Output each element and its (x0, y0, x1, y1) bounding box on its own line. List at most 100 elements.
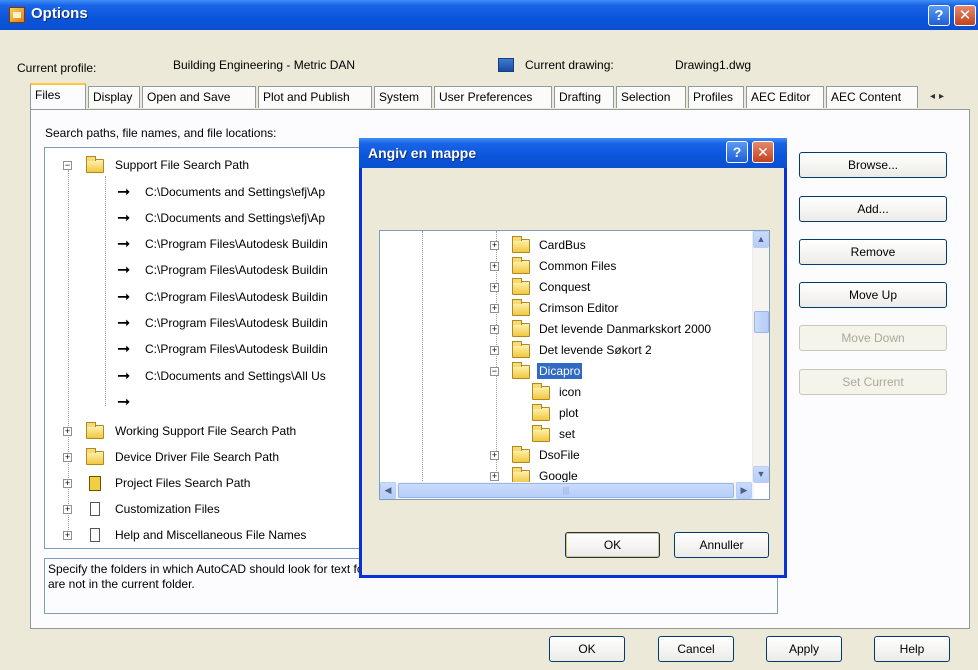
folder-icon (512, 446, 530, 463)
collapse-icon[interactable]: − (490, 367, 499, 376)
tab-display[interactable]: Display (88, 86, 140, 108)
folder-label: icon (559, 385, 582, 399)
folder-tree[interactable]: + CardBus + Common Files + Conquest + Cr… (379, 230, 770, 500)
search-paths-tree[interactable]: − Support File Search Path ➞ C:\Document… (44, 147, 394, 549)
path-label: C:\Program Files\Autodesk Buildin (145, 290, 328, 304)
scroll-right-icon[interactable]: ▶ (736, 482, 752, 499)
tab-plot-and-publish[interactable]: Plot and Publish (258, 86, 372, 108)
expand-icon[interactable]: + (490, 346, 499, 355)
folder-label: DsoFile (539, 448, 580, 462)
folder-label: plot (559, 406, 579, 420)
current-drawing-value: Drawing1.dwg (675, 58, 752, 72)
ok-button[interactable]: OK (549, 636, 625, 662)
scroll-left-icon[interactable]: ◀ (380, 482, 396, 499)
folder-label: Crimson Editor (539, 301, 619, 315)
cancel-button[interactable]: Cancel (658, 636, 734, 662)
tab-selection[interactable]: Selection (616, 86, 686, 108)
folder-icon (532, 383, 550, 400)
dialog-cancel-button[interactable]: Annuller (674, 532, 769, 558)
tab-system[interactable]: System (374, 86, 432, 108)
folder-label: Common Files (539, 259, 617, 273)
folder-icon (532, 404, 550, 421)
expand-icon[interactable]: + (490, 325, 499, 334)
folder-icon (532, 425, 550, 442)
folder-item[interactable]: icon (510, 383, 750, 402)
folder-label: CardBus (539, 238, 586, 252)
folder-item[interactable]: + Common Files (490, 257, 750, 276)
browse-button[interactable]: Browse... (799, 152, 947, 178)
folder-item[interactable]: + Det levende Søkort 2 (490, 341, 750, 360)
expand-icon[interactable]: + (63, 453, 72, 462)
path-label: C:\Program Files\Autodesk Buildin (145, 342, 328, 356)
arrow-right-icon: ➞ (117, 289, 131, 306)
vertical-scrollbar[interactable]: ▲ ▼ (752, 231, 769, 483)
collapse-icon[interactable]: − (63, 161, 72, 170)
expand-icon[interactable]: + (63, 531, 72, 540)
help-button[interactable]: Help (874, 636, 950, 662)
folder-icon (512, 299, 530, 316)
arrow-right-icon: ➞ (117, 315, 131, 332)
expand-icon[interactable]: + (490, 283, 499, 292)
tab-user-preferences[interactable]: User Preferences (434, 86, 552, 108)
tab-profiles[interactable]: Profiles (688, 86, 744, 108)
tree-node-label: Support File Search Path (115, 158, 250, 172)
folder-item[interactable]: set (510, 425, 750, 444)
arrow-right-icon: ➞ (117, 210, 131, 227)
tab-scroll-left-icon[interactable]: ◂ (930, 91, 935, 102)
expand-icon[interactable]: + (490, 262, 499, 271)
expand-icon[interactable]: + (63, 479, 72, 488)
folder-item[interactable]: + Conquest (490, 278, 750, 297)
expand-icon[interactable]: + (490, 472, 499, 481)
move-up-button[interactable]: Move Up (799, 282, 947, 308)
close-titlebar-button[interactable]: ✕ (954, 5, 976, 26)
folder-item[interactable]: + Det levende Danmarkskort 2000 (490, 320, 750, 339)
arrow-right-icon: ➞ (117, 394, 131, 411)
apply-button[interactable]: Apply (766, 636, 842, 662)
folder-item[interactable]: plot (510, 404, 750, 423)
tree-node-label: Device Driver File Search Path (115, 450, 280, 464)
expand-icon[interactable]: + (490, 304, 499, 313)
folder-label: Conquest (539, 280, 591, 294)
scroll-up-icon[interactable]: ▲ (753, 231, 769, 248)
folder-item-selected[interactable]: − Dicapro (490, 362, 750, 381)
folder-open-icon (86, 156, 104, 173)
dialog-titlebar[interactable]: Angiv en mappe (359, 138, 787, 168)
folder-item[interactable]: + CardBus (490, 236, 750, 255)
tab-files[interactable]: Files (30, 83, 86, 109)
folder-icon (512, 257, 530, 274)
arrow-right-icon: ➞ (117, 368, 131, 385)
dialog-help-button[interactable]: ? (726, 141, 748, 163)
arrow-right-icon: ➞ (117, 236, 131, 253)
set-current-button[interactable]: Set Current (799, 369, 947, 395)
tab-drafting[interactable]: Drafting (554, 86, 614, 108)
current-profile-label: Current profile: (17, 61, 97, 75)
move-down-button[interactable]: Move Down (799, 325, 947, 351)
tab-aec-content[interactable]: AEC Content (826, 86, 918, 108)
dialog-ok-button[interactable]: OK (565, 532, 660, 558)
arrow-right-icon: ➞ (117, 262, 131, 279)
tab-scroll-right-icon[interactable]: ▸ (939, 91, 944, 102)
scroll-down-icon[interactable]: ▼ (753, 466, 769, 483)
window-title: Options (31, 5, 88, 22)
dialog-close-button[interactable]: ✕ (752, 141, 774, 163)
tree-node-label: Customization Files (115, 502, 220, 516)
tree-node-label: Working Support File Search Path (115, 424, 297, 438)
expand-icon[interactable]: + (490, 451, 499, 460)
horizontal-scrollbar[interactable]: ◀ ||| ▶ (380, 482, 754, 499)
tab-aec-editor[interactable]: AEC Editor (746, 86, 824, 108)
remove-button[interactable]: Remove (799, 239, 947, 265)
tab-open-and-save[interactable]: Open and Save (142, 86, 256, 108)
horizontal-scroll-thumb[interactable]: ||| (398, 483, 734, 498)
expand-icon[interactable]: + (63, 505, 72, 514)
folder-item[interactable]: + Crimson Editor (490, 299, 750, 318)
folder-item[interactable]: + DsoFile (490, 446, 750, 465)
vertical-scroll-thumb[interactable] (754, 311, 769, 333)
add-button[interactable]: Add... (799, 196, 947, 222)
expand-icon[interactable]: + (63, 427, 72, 436)
current-drawing-label: Current drawing: (525, 58, 614, 72)
window-titlebar[interactable]: Options ? ✕ (0, 0, 978, 30)
book-icon (89, 476, 101, 491)
help-titlebar-button[interactable]: ? (928, 5, 950, 26)
folder-icon (512, 320, 530, 337)
expand-icon[interactable]: + (490, 241, 499, 250)
